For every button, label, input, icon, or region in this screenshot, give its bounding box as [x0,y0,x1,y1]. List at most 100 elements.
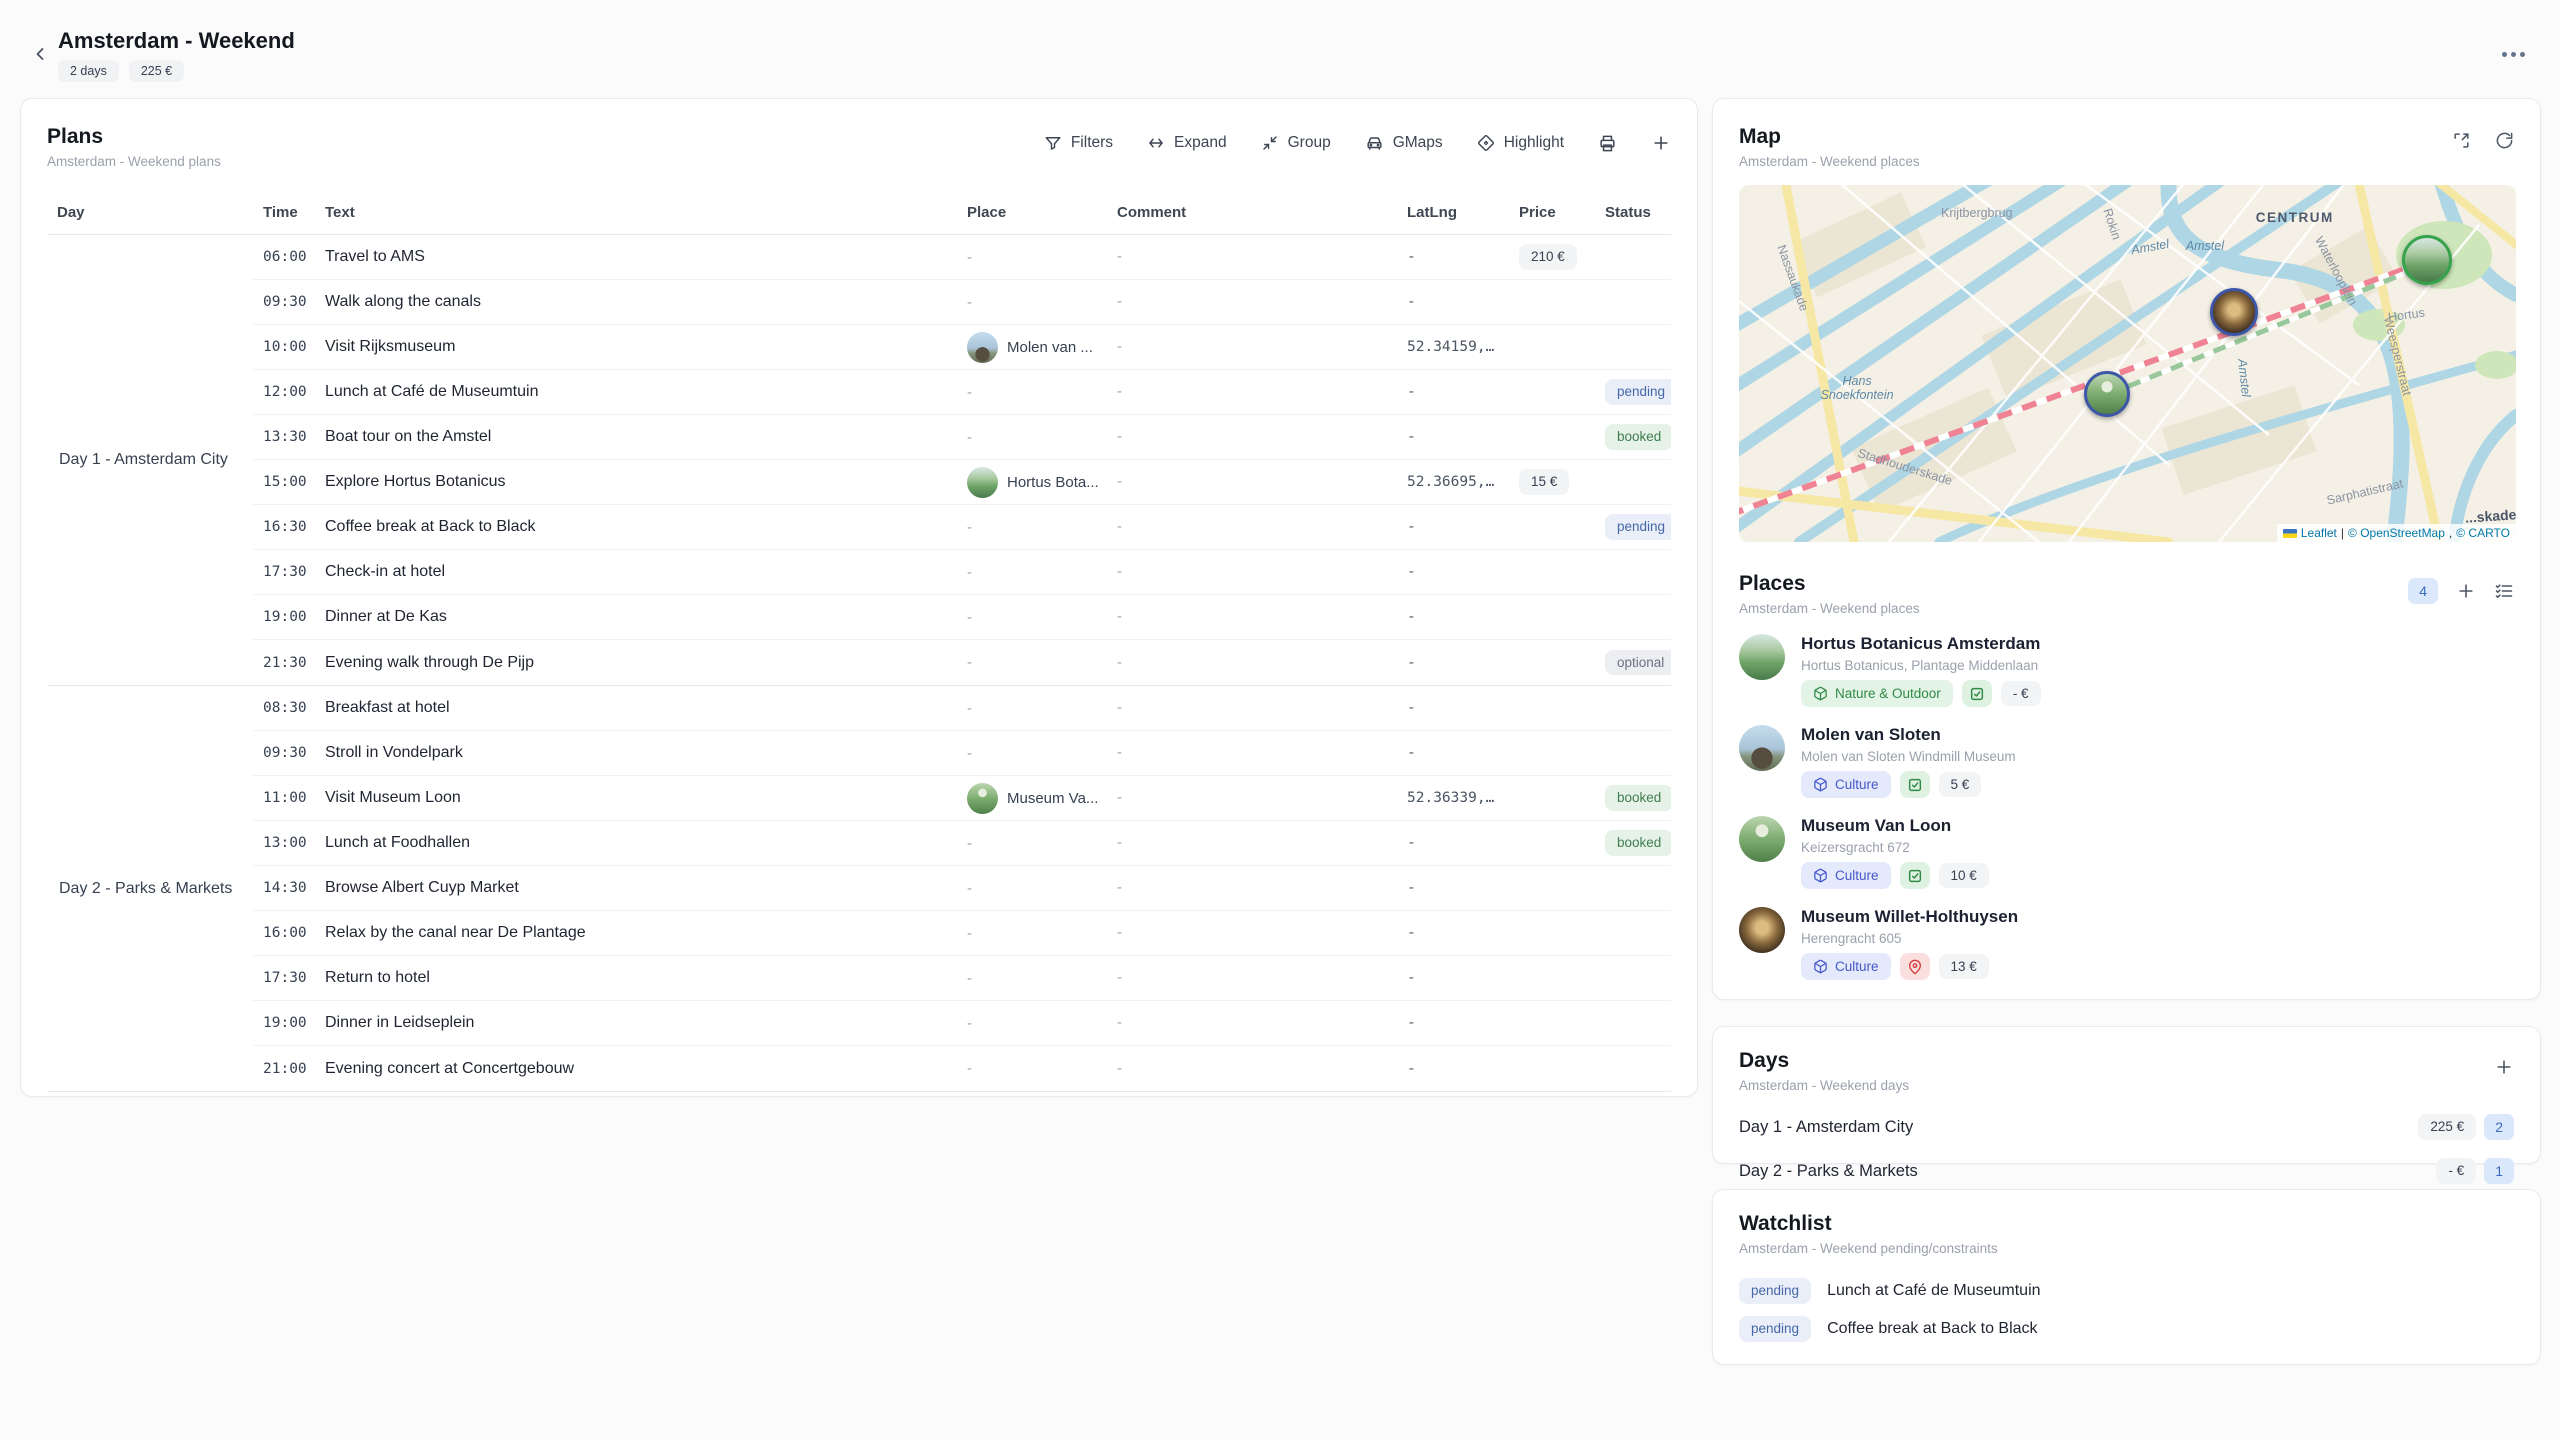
row-time: 13:00 [253,835,315,851]
add-day-button[interactable] [2494,1049,2514,1077]
table-row[interactable]: 13:00Lunch at Foodhallen---booked [253,821,1671,866]
row-text: Visit Museum Loon [315,789,957,807]
table-row[interactable]: 13:30Boat tour on the Amstel---booked [253,415,1671,460]
map-canvas[interactable]: KrijtbergbrugRokinCENTRUMAmstelAmstelWat… [1739,185,2516,542]
row-latlng: - [1397,655,1509,671]
chevron-left-icon [30,44,50,64]
day-list-item[interactable]: Day 2 - Parks & Markets- €1 [1739,1149,2514,1193]
row-text: Dinner in Leidseplein [315,1014,957,1032]
place-item[interactable]: Museum Van LoonKeizersgracht 672Culture1… [1739,816,2514,889]
expand-icon [2452,131,2471,150]
table-row[interactable]: 19:00Dinner at De Kas--- [253,595,1671,640]
place-address: Keizersgracht 672 [1801,840,2514,855]
row-place[interactable]: Molen van ... [957,332,1107,363]
status-badge: booked [1605,830,1671,856]
plans-title: Plans [47,125,221,149]
place-name: Molen van Sloten [1801,725,2514,745]
places-title: Places [1739,572,1920,596]
days-subtitle: Amsterdam - Weekend days [1739,1078,1909,1093]
table-row[interactable]: 16:30Coffee break at Back to Black---pen… [253,505,1671,550]
toolbar-group-button[interactable]: Group [1261,134,1331,152]
table-row[interactable]: 16:00Relax by the canal near De Plantage… [253,911,1671,956]
row-time: 21:30 [253,655,315,671]
row-place: - [957,609,1107,626]
row-place: - [957,880,1107,897]
day-group-label: Day 2 - Parks & Markets [47,686,253,1091]
table-row[interactable]: 11:00Visit Museum LoonMuseum Va...-52.36… [253,776,1671,821]
add-plan-button[interactable] [1651,133,1671,153]
row-place[interactable]: Museum Va... [957,783,1107,814]
table-row[interactable]: 09:30Stroll in Vondelpark--- [253,731,1671,776]
place-photo [1739,816,1785,862]
map-subtitle: Amsterdam - Weekend places [1739,154,1920,169]
day-list-item[interactable]: Day 1 - Amsterdam City225 €2 [1739,1105,2514,1149]
row-time: 19:00 [253,1015,315,1031]
table-row[interactable]: 19:00Dinner in Leidseplein--- [253,1001,1671,1046]
more-menu-button[interactable] [2496,42,2530,66]
watchlist-item[interactable]: pendingLunch at Café de Museumtuin [1739,1272,2514,1310]
plans-toolbar: Filters Expand Group GMaps Highlight [1044,125,1671,153]
row-time: 08:30 [253,700,315,716]
table-row[interactable]: 21:00Evening concert at Concertgebouw--- [253,1046,1671,1091]
place-price-badge: 13 € [1939,954,1989,980]
toolbar-expand-button[interactable]: Expand [1147,134,1227,152]
toolbar-label: Highlight [1504,134,1564,152]
places-list-view-button[interactable] [2494,581,2514,601]
row-text: Walk along the canals [315,293,957,311]
carto-link[interactable]: © CARTO [2456,526,2510,540]
map-attribution: Leaflet | © OpenStreetMap, © CARTO [2277,524,2516,542]
table-row[interactable]: 15:00Explore Hortus BotanicusHortus Bota… [253,460,1671,505]
map-refresh-button[interactable] [2495,131,2514,150]
status-badge: booked [1605,424,1671,450]
table-row[interactable]: 09:30Walk along the canals--- [253,280,1671,325]
package-icon [1813,777,1828,792]
table-row[interactable]: 10:00Visit RijksmuseumMolen van ...-52.3… [253,325,1671,370]
place-item[interactable]: Hortus Botanicus AmsterdamHortus Botanic… [1739,634,2514,707]
row-time: 12:00 [253,384,315,400]
row-time: 16:30 [253,519,315,535]
watchlist-item[interactable]: pendingCoffee break at Back to Black [1739,1310,2514,1348]
map-label: Hans Snoekfontein [1821,374,1894,402]
place-address: Hortus Botanicus, Plantage Middenlaan [1801,658,2514,673]
row-text: Browse Albert Cuyp Market [315,879,957,897]
row-time: 14:30 [253,880,315,896]
map-marker-interior[interactable] [2210,288,2258,336]
toolbar-highlight-button[interactable]: Highlight [1477,134,1564,152]
toolbar-filters-button[interactable]: Filters [1044,134,1113,152]
column-header-day: Day [47,204,253,221]
map-marker-hortus[interactable] [2402,235,2452,285]
place-item[interactable]: Molen van SlotenMolen van Sloten Windmil… [1739,725,2514,798]
row-place: - [957,294,1107,311]
row-latlng: - [1397,609,1509,625]
table-row[interactable]: 17:30Check-in at hotel--- [253,550,1671,595]
row-comment: - [1107,834,1397,852]
watchlist-subtitle: Amsterdam - Weekend pending/constraints [1739,1241,1998,1256]
row-place: - [957,925,1107,942]
row-place[interactable]: Hortus Bota... [957,467,1107,498]
table-row[interactable]: 14:30Browse Albert Cuyp Market--- [253,866,1671,911]
table-row[interactable]: 21:30Evening walk through De Pijp---opti… [253,640,1671,685]
places-list: Hortus Botanicus AmsterdamHortus Botanic… [1739,634,2514,980]
row-text: Travel to AMS [315,248,957,266]
row-time: 09:30 [253,294,315,310]
row-place: - [957,970,1107,987]
table-row[interactable]: 06:00Travel to AMS---210 € [253,235,1671,280]
osm-link[interactable]: © OpenStreetMap [2348,526,2445,540]
table-row[interactable]: 08:30Breakfast at hotel--- [253,686,1671,731]
map-fullscreen-button[interactable] [2452,131,2471,150]
row-comment: - [1107,924,1397,942]
print-button[interactable] [1598,134,1617,153]
leaflet-link[interactable]: Leaflet [2301,526,2337,540]
highlight-icon [1477,134,1495,152]
place-item[interactable]: Museum Willet-HolthuysenHerengracht 605C… [1739,907,2514,980]
toolbar-label: Expand [1174,134,1227,152]
table-row[interactable]: 17:30Return to hotel--- [253,956,1671,1001]
table-row[interactable]: 12:00Lunch at Café de Museumtuin---pendi… [253,370,1671,415]
toolbar-gmaps-button[interactable]: GMaps [1365,134,1443,153]
back-button[interactable] [24,38,56,70]
place-photo [1739,634,1785,680]
add-place-button[interactable] [2456,581,2476,601]
gmaps-icon [1365,134,1384,153]
row-place: - [957,564,1107,581]
map-marker-garden[interactable] [2084,371,2130,417]
